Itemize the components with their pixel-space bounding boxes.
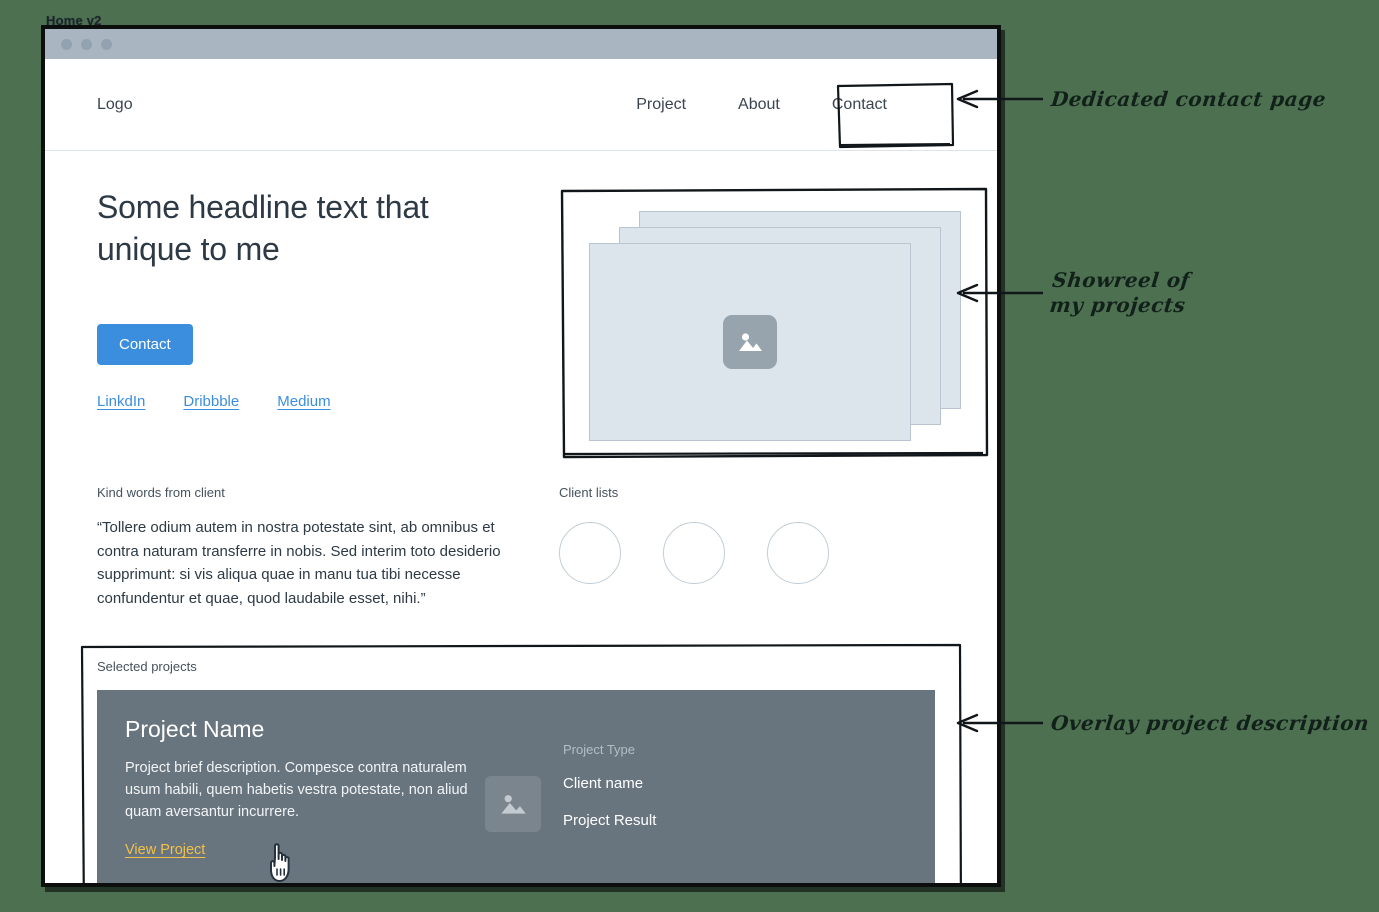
project-thumbnail-placeholder-icon — [485, 775, 541, 832]
logo[interactable]: Logo — [97, 96, 133, 114]
image-stack — [567, 195, 961, 451]
hero-left-column: Some headline text that unique to me Con… — [97, 187, 517, 459]
testimonial-block: Kind words from client “Tollere odium au… — [97, 485, 517, 611]
project-client-name: Client name — [563, 774, 644, 792]
testimonial-label: Kind words from client — [97, 485, 225, 500]
client-logo-placeholder — [767, 522, 829, 584]
browser-window: Logo Project About Contact Some headline… — [41, 25, 1001, 887]
nav-link-about[interactable]: About — [738, 96, 780, 114]
window-titlebar — [45, 29, 997, 59]
maximize-dot-icon[interactable] — [101, 38, 112, 50]
arrow-left-icon — [956, 283, 1043, 303]
client-logo-row — [559, 522, 829, 584]
page-headline: Some headline text that unique to me — [97, 189, 429, 267]
annotation-overlay-project-description: Overlay project description — [955, 710, 1371, 736]
clients-label: Client lists — [559, 485, 619, 500]
annotation-text: Dedicated contact page — [1049, 86, 1328, 111]
project-card[interactable]: Project Name Project brief description. … — [97, 689, 935, 883]
minimize-dot-icon[interactable] — [81, 38, 92, 50]
project-result: Project Result — [563, 811, 657, 829]
contact-button[interactable]: Contact — [97, 324, 193, 366]
selected-projects-label: Selected projects — [97, 658, 197, 674]
nav-link-project[interactable]: Project — [636, 96, 686, 114]
nav-link-contact[interactable]: Contact — [832, 96, 887, 114]
testimonial-clients-row: Kind words from client “Tollere odium au… — [45, 459, 997, 611]
showreel-region — [559, 187, 989, 459]
close-dot-icon[interactable] — [61, 38, 72, 50]
stack-card-front[interactable] — [589, 243, 911, 441]
clients-block: Client lists — [559, 485, 829, 611]
client-logo-placeholder — [559, 522, 621, 584]
pointing-hand-cursor-icon — [265, 841, 295, 883]
social-link-linkedin[interactable]: LinkdIn — [97, 393, 145, 410]
artboard-label: Home v2 — [46, 13, 102, 28]
image-placeholder-icon — [723, 315, 777, 369]
client-logo-placeholder — [663, 522, 725, 584]
hero-section: Some headline text that unique to me Con… — [45, 151, 997, 459]
arrow-left-icon — [956, 89, 1043, 109]
testimonial-quote: “Tollere odium autem in nostra potestate… — [97, 519, 501, 608]
contact-highlight-box — [834, 81, 956, 149]
social-links: LinkdIn Dribbble Medium — [97, 393, 517, 410]
page-viewport: Logo Project About Contact Some headline… — [45, 59, 997, 883]
project-type-label: Project Type — [563, 741, 636, 757]
arrow-left-icon — [956, 713, 1043, 733]
selected-projects-inner: Selected projects Project Name Project b… — [97, 659, 935, 883]
project-card-left: Project Name Project brief description. … — [125, 716, 485, 883]
view-project-link[interactable]: View Project — [125, 842, 205, 858]
selected-projects-section: Selected projects Project Name Project b… — [79, 643, 962, 883]
annotation-text: Overlay project description — [1049, 710, 1371, 735]
annotation-showreel-of-my-projects: Showreel of my projects — [955, 268, 1192, 318]
nav-links: Project About Contact — [636, 96, 945, 114]
annotation-dedicated-contact-page: Dedicated contact page — [955, 86, 1328, 112]
project-card-right: Project Type Client name Project Result — [563, 716, 656, 883]
annotation-text: Showreel of my projects — [1048, 268, 1192, 317]
project-name: Project Name — [125, 715, 265, 742]
project-description: Project brief description. Compesce cont… — [125, 759, 468, 820]
social-link-dribbble[interactable]: Dribbble — [183, 393, 239, 410]
site-navigation: Logo Project About Contact — [45, 59, 997, 151]
social-link-medium[interactable]: Medium — [277, 393, 330, 410]
